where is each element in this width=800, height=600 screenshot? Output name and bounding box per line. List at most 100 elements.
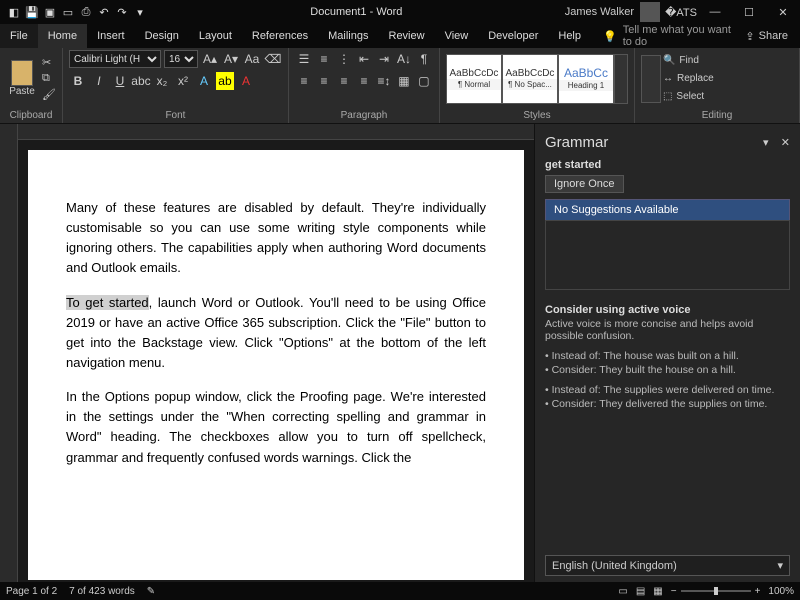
changes-icon[interactable] (641, 55, 661, 103)
tab-view[interactable]: View (435, 24, 479, 48)
redo-icon[interactable]: ↷ (114, 4, 130, 20)
strike-button[interactable]: abc (132, 72, 150, 90)
autosave-icon[interactable]: ◧ (6, 4, 22, 20)
tab-help[interactable]: Help (548, 24, 591, 48)
document-page[interactable]: Many of these features are disabled by d… (28, 150, 524, 580)
pane-close-icon[interactable]: ✕ (781, 137, 790, 149)
subscript-button[interactable]: x₂ (153, 72, 171, 90)
tab-design[interactable]: Design (135, 24, 189, 48)
zoom-in-icon[interactable]: + (755, 586, 761, 597)
horizontal-ruler[interactable] (18, 124, 534, 140)
italic-button[interactable]: I (90, 72, 108, 90)
example-line: • Instead of: The supplies were delivere… (545, 384, 790, 396)
web-layout-icon[interactable]: ▦ (653, 586, 662, 597)
word-count[interactable]: 7 of 423 words (69, 586, 135, 597)
undo-icon[interactable]: ↶ (96, 4, 112, 20)
page-indicator[interactable]: Page 1 of 2 (6, 586, 57, 597)
borders-icon[interactable]: ▢ (415, 72, 433, 90)
highlight-icon[interactable]: ab (216, 72, 234, 90)
align-right-icon[interactable]: ≡ (335, 72, 353, 90)
read-mode-icon[interactable]: ▭ (618, 586, 627, 597)
text-effects-icon[interactable]: A (195, 72, 213, 90)
format-painter-icon[interactable]: 🖌 (42, 88, 56, 101)
font-color-icon[interactable]: A (237, 72, 255, 90)
document-viewport[interactable]: Many of these features are disabled by d… (18, 140, 534, 582)
zoom-slider[interactable]: − + (671, 586, 761, 597)
language-selector[interactable]: English (United Kingdom) ▾ (545, 555, 790, 576)
paste-button[interactable]: Paste (6, 54, 38, 104)
bullets-icon[interactable]: ☰ (295, 50, 313, 68)
inc-indent-icon[interactable]: ⇥ (375, 50, 393, 68)
tab-mailings[interactable]: Mailings (318, 24, 378, 48)
tip-body: Active voice is more concise and helps a… (545, 318, 790, 342)
multilevel-icon[interactable]: ⋮ (335, 50, 353, 68)
open-icon[interactable]: ▣ (42, 4, 58, 20)
replace-icon: ↔ (663, 73, 673, 84)
font-size-select[interactable]: 16 (164, 50, 198, 68)
cut-icon[interactable]: ✂ (42, 56, 56, 69)
tab-references[interactable]: References (242, 24, 318, 48)
vertical-ruler[interactable] (0, 124, 18, 582)
group-font: Calibri Light (H 16 A▴ A▾ Aa ⌫ B I U abc… (63, 48, 289, 123)
grammar-highlight[interactable]: To get started (66, 295, 149, 310)
find-button[interactable]: 🔍Find (663, 53, 714, 69)
bold-button[interactable]: B (69, 72, 87, 90)
group-paragraph: ☰ ≡ ⋮ ⇤ ⇥ A↓ ¶ ≡ ≡ ≡ ≡ ≡↕ ▦ ▢ Paragraph (289, 48, 440, 123)
group-editing: 🔍Find ↔Replace ⬚Select Editing (635, 48, 800, 123)
zoom-level[interactable]: 100% (768, 586, 794, 597)
spellcheck-icon[interactable]: ✎ (147, 586, 155, 597)
tab-layout[interactable]: Layout (189, 24, 242, 48)
customize-icon[interactable]: ▾ (132, 4, 148, 20)
close-icon[interactable]: ✕ (766, 0, 800, 24)
zoom-track[interactable] (681, 590, 751, 592)
styles-expand-icon[interactable] (614, 54, 628, 104)
user-area[interactable]: James Walker (565, 2, 664, 22)
copy-icon[interactable]: ⧉ (42, 72, 56, 85)
example-line: • Consider: They delivered the supplies … (545, 398, 790, 410)
underline-button[interactable]: U (111, 72, 129, 90)
select-button[interactable]: ⬚Select (663, 89, 714, 105)
grow-font-icon[interactable]: A▴ (201, 50, 219, 68)
justify-icon[interactable]: ≡ (355, 72, 373, 90)
style-no-spacing[interactable]: AaBbCcDc ¶ No Spac... (502, 54, 558, 104)
paragraph[interactable]: In the Options popup window, click the P… (66, 387, 486, 468)
tab-review[interactable]: Review (379, 24, 435, 48)
align-left-icon[interactable]: ≡ (295, 72, 313, 90)
style-normal[interactable]: AaBbCcDc ¶ Normal (446, 54, 502, 104)
superscript-button[interactable]: x² (174, 72, 192, 90)
paragraph[interactable]: To get started, launch Word or Outlook. … (66, 293, 486, 374)
tab-developer[interactable]: Developer (478, 24, 548, 48)
share-button[interactable]: ⇪ Share (733, 30, 800, 43)
paragraph[interactable]: Many of these features are disabled by d… (66, 198, 486, 279)
minimize-icon[interactable]: — (698, 0, 732, 24)
align-center-icon[interactable]: ≡ (315, 72, 333, 90)
dec-indent-icon[interactable]: ⇤ (355, 50, 373, 68)
sort-icon[interactable]: A↓ (395, 50, 413, 68)
grammar-pane: Grammar ▾ ✕ get started Ignore Once No S… (534, 124, 800, 582)
print-layout-icon[interactable]: ▤ (636, 586, 645, 597)
new-icon[interactable]: ▭ (60, 4, 76, 20)
change-case-icon[interactable]: Aa (243, 50, 261, 68)
save-icon[interactable]: 💾 (24, 4, 40, 20)
tell-me-search[interactable]: 💡 Tell me what you want to do (591, 24, 733, 48)
replace-button[interactable]: ↔Replace (663, 71, 714, 87)
zoom-out-icon[interactable]: − (671, 586, 677, 597)
tab-insert[interactable]: Insert (87, 24, 135, 48)
font-name-select[interactable]: Calibri Light (H (69, 50, 161, 68)
ignore-once-button[interactable]: Ignore Once (545, 175, 624, 193)
clear-format-icon[interactable]: ⌫ (264, 50, 282, 68)
shrink-font-icon[interactable]: A▾ (222, 50, 240, 68)
maximize-icon[interactable]: ☐ (732, 0, 766, 24)
pane-options-icon[interactable]: ▾ (763, 137, 769, 149)
numbering-icon[interactable]: ≡ (315, 50, 333, 68)
tab-file[interactable]: File (0, 24, 38, 48)
tab-home[interactable]: Home (38, 24, 87, 48)
ribbon-options-icon[interactable]: �ATS (664, 0, 698, 24)
style-heading1[interactable]: AaBbCc Heading 1 (558, 54, 614, 104)
shading-icon[interactable]: ▦ (395, 72, 413, 90)
zoom-thumb[interactable] (714, 587, 718, 595)
pilcrow-icon[interactable]: ¶ (415, 50, 433, 68)
print-icon[interactable]: ⎙ (78, 4, 94, 20)
avatar[interactable] (640, 2, 660, 22)
line-spacing-icon[interactable]: ≡↕ (375, 72, 393, 90)
